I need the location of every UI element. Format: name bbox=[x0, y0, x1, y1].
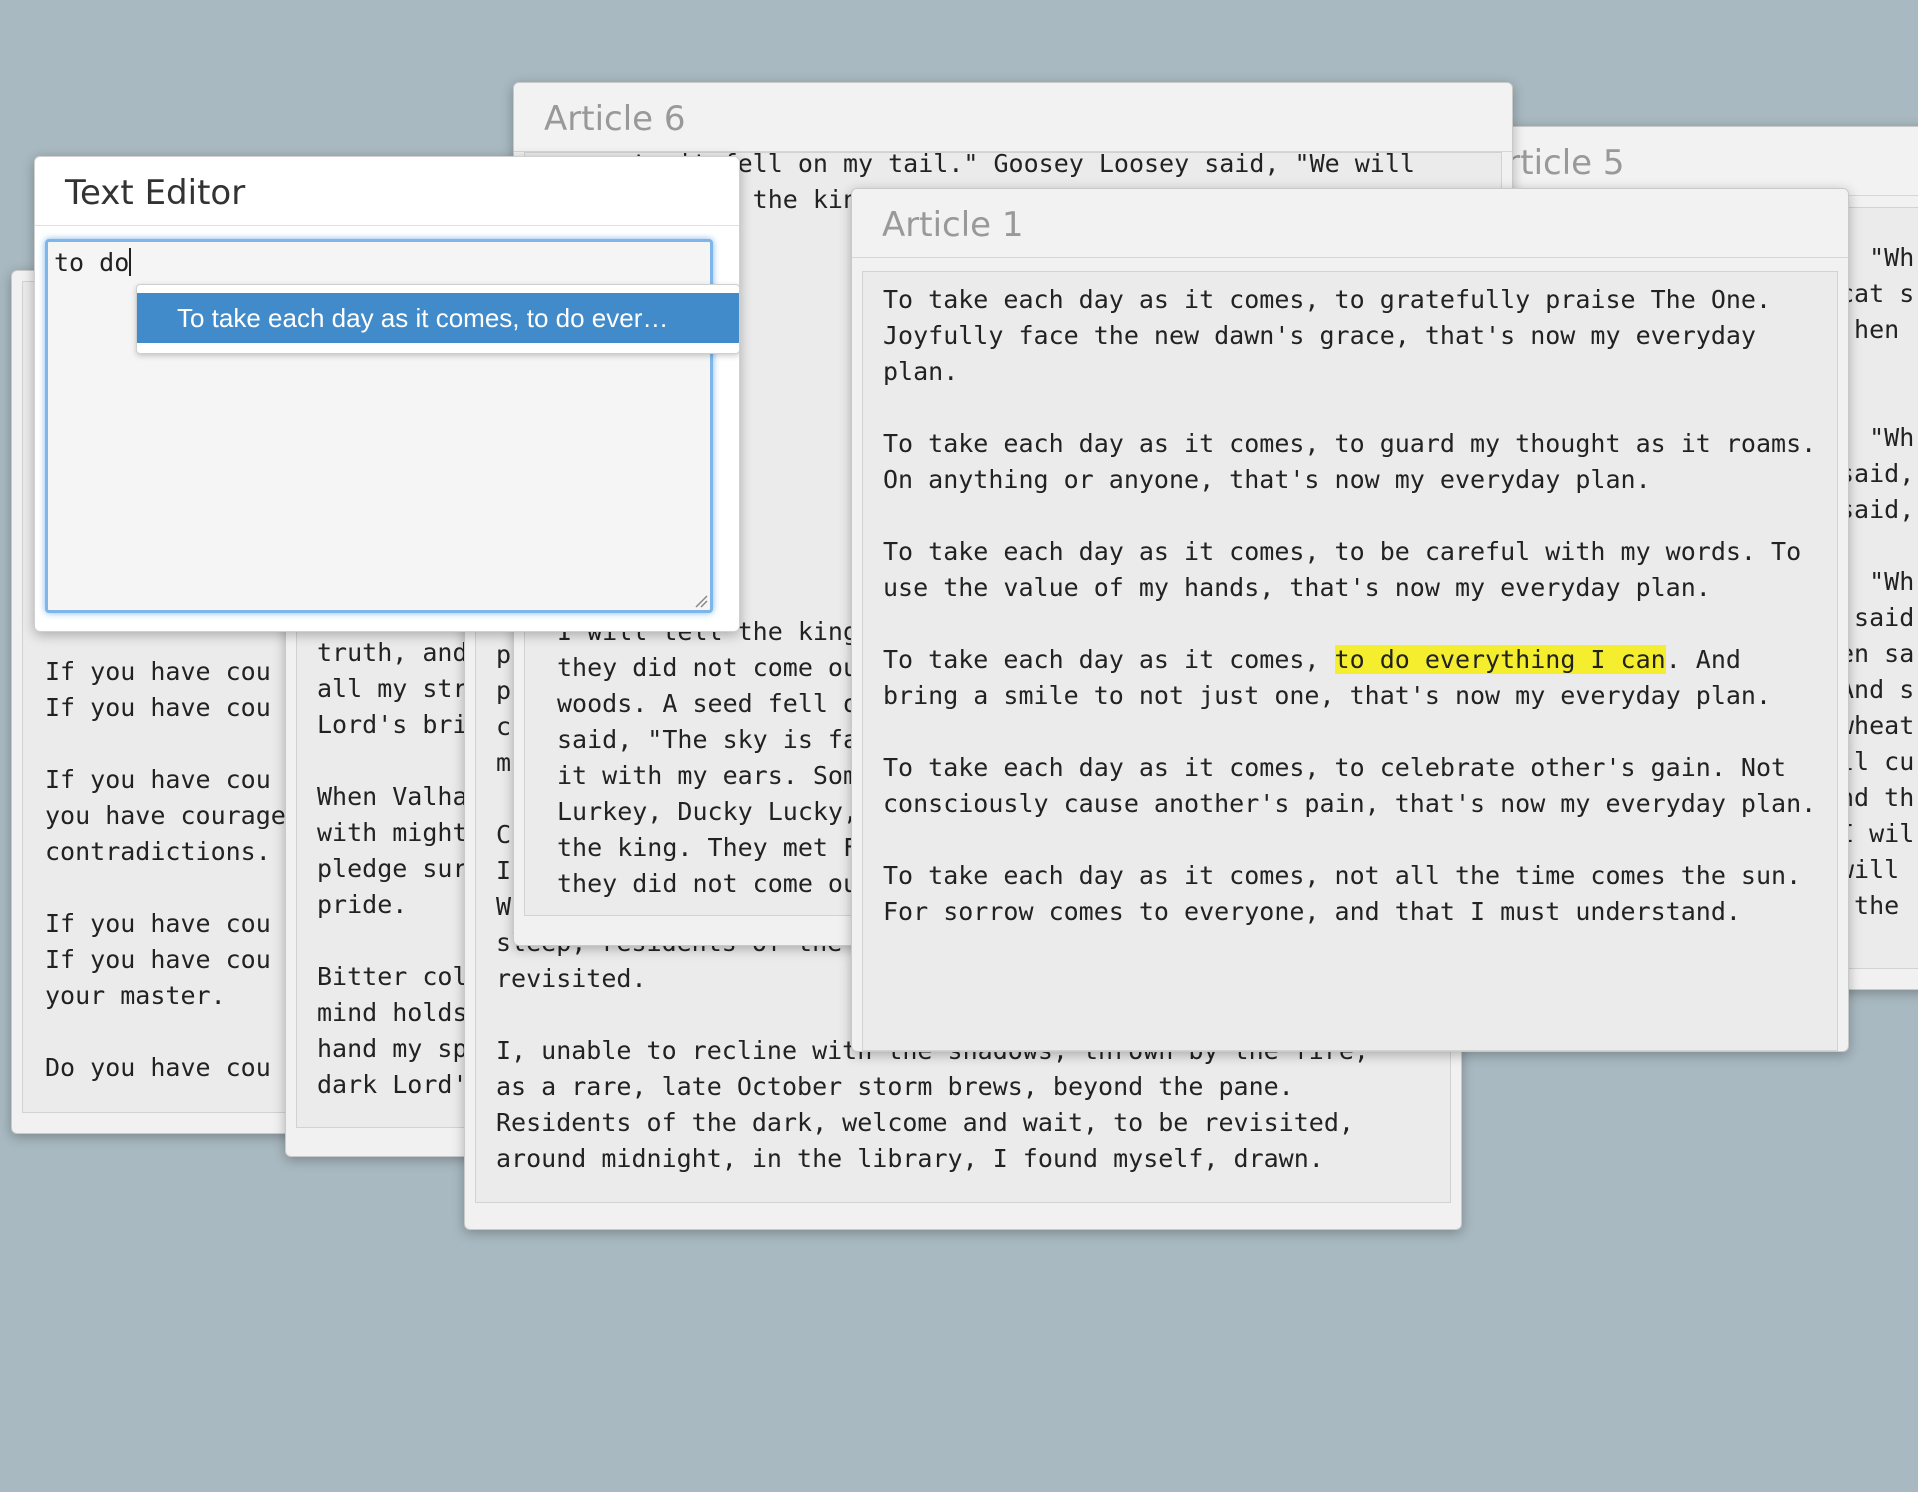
window-back-center-left-text: ppcm CIW bbox=[496, 637, 511, 925]
back-center-left-line: p bbox=[496, 640, 512, 669]
window-back-left-text: If you have cou If you have cou If you ha… bbox=[45, 654, 286, 1086]
back-left-line: contradictions. bbox=[45, 837, 271, 866]
back-center-left-line bbox=[496, 781, 511, 817]
article-5-line: hen bbox=[1839, 315, 1900, 344]
back-mid-line: all my str bbox=[317, 674, 468, 703]
back-left-line: If you have cou bbox=[45, 657, 271, 686]
back-left-line bbox=[45, 726, 286, 762]
back-center-left-line: c bbox=[496, 712, 512, 741]
article-1-title: Article 1 bbox=[852, 189, 1848, 258]
article-5-line: said, bbox=[1839, 495, 1915, 524]
back-mid-line: Bitter col bbox=[317, 962, 468, 991]
back-mid-line: When Valha bbox=[317, 782, 468, 811]
article-5-line: the bbox=[1839, 891, 1900, 920]
back-center-left-line: m bbox=[496, 748, 512, 777]
back-center-left-line: I bbox=[496, 856, 512, 885]
article-1-para-1: To take each day as it comes, to gratefu… bbox=[883, 285, 1787, 386]
article-1-para-5: To take each day as it comes, to celebra… bbox=[883, 753, 1817, 818]
article-1-para-4: To take each day as it comes, to do ever… bbox=[883, 645, 1771, 710]
back-mid-line: mind holds bbox=[317, 998, 468, 1027]
article-5-line: , "Wh bbox=[1839, 567, 1915, 596]
window-article-1[interactable]: Article 1 To take each day as it comes, … bbox=[851, 188, 1849, 1052]
article-5-line bbox=[1839, 528, 1914, 564]
search-highlight: to do everything I can bbox=[1334, 645, 1666, 674]
back-center-left-line: p bbox=[496, 676, 512, 705]
back-left-line: If you have cou bbox=[45, 765, 271, 794]
article-5-line: said, bbox=[1839, 459, 1915, 488]
back-left-line: If you have cou bbox=[45, 693, 271, 722]
article-5-line: ll cu bbox=[1839, 747, 1915, 776]
back-mid-line: pledge sur bbox=[317, 854, 468, 883]
back-mid-line: Lord's bri bbox=[317, 710, 468, 739]
article-5-line: And s bbox=[1839, 675, 1915, 704]
resize-grip-icon[interactable] bbox=[694, 594, 708, 608]
window-text-editor[interactable]: Text Editor to do To take each day as it… bbox=[34, 156, 740, 632]
back-center-left-line: C bbox=[496, 820, 512, 849]
article-6-title: Article 6 bbox=[514, 83, 1512, 152]
back-left-line: you have courage bbox=[45, 801, 286, 830]
back-left-line: your master. bbox=[45, 981, 226, 1010]
back-left-line bbox=[45, 870, 286, 906]
text-caret bbox=[129, 248, 132, 276]
back-left-line: Do you have cou bbox=[45, 1053, 271, 1082]
article-1-body: To take each day as it comes, to gratefu… bbox=[862, 271, 1838, 1051]
article-5-text: , "Wh cat s hen , "Wh said, said, , "Wh sai… bbox=[1839, 240, 1914, 924]
article-1-para-4-start: To take each day as it comes, bbox=[883, 645, 1335, 674]
article-5-line: nd th bbox=[1839, 783, 1915, 812]
back-left-line bbox=[45, 1014, 286, 1050]
article-5-line bbox=[1839, 348, 1914, 384]
article-5-line: cat s bbox=[1839, 279, 1915, 308]
back-center-bottom-line: Residents of the dark, welcome and wait,… bbox=[496, 1108, 1354, 1137]
back-mid-line bbox=[317, 923, 468, 959]
autocomplete-suggestion[interactable]: To take each day as it comes, to do ever… bbox=[137, 293, 739, 343]
back-mid-line: pride. bbox=[317, 890, 408, 919]
text-editor-textarea[interactable]: to do To take each day as it comes, to d… bbox=[45, 239, 739, 613]
autocomplete-popup: To take each day as it comes, to do ever… bbox=[136, 284, 739, 354]
back-left-line: If you have cou bbox=[45, 945, 271, 974]
back-mid-line: hand my sp bbox=[317, 1034, 468, 1063]
article-1-para-3: To take each day as it comes, to be care… bbox=[883, 537, 1817, 602]
article-5-line: said bbox=[1839, 603, 1915, 632]
article-5-line: en sa bbox=[1839, 639, 1915, 668]
article-5-line: will bbox=[1839, 855, 1900, 884]
text-editor-title: Text Editor bbox=[35, 157, 739, 226]
article-1-para-2: To take each day as it comes, to guard m… bbox=[883, 429, 1832, 494]
article-5-line bbox=[1839, 384, 1914, 420]
back-center-bottom-line: around midnight, in the library, I found… bbox=[496, 1144, 1324, 1173]
back-center-left-line: W bbox=[496, 892, 512, 921]
article-5-line: wheat bbox=[1839, 711, 1915, 740]
article-5-line: , "Wh bbox=[1839, 423, 1915, 452]
text-editor-value: to do bbox=[54, 248, 130, 277]
back-mid-line: with might bbox=[317, 818, 468, 847]
back-mid-line: truth, and bbox=[317, 638, 468, 667]
back-mid-line bbox=[317, 743, 468, 779]
article-1-para-6: To take each day as it comes, not all th… bbox=[883, 861, 1817, 926]
article-5-title: Article 5 bbox=[1453, 127, 1918, 196]
window-back-mid-text: truth, and all my str Lord's bri When Valh… bbox=[317, 635, 468, 1103]
back-left-line: If you have cou bbox=[45, 909, 271, 938]
back-center-bottom-line: as a rare, late October storm brews, bey… bbox=[496, 1072, 1294, 1101]
article-5-line: , "Wh bbox=[1839, 243, 1915, 272]
article-5-line: I wil bbox=[1839, 819, 1915, 848]
back-mid-line: dark Lord' bbox=[317, 1070, 468, 1099]
